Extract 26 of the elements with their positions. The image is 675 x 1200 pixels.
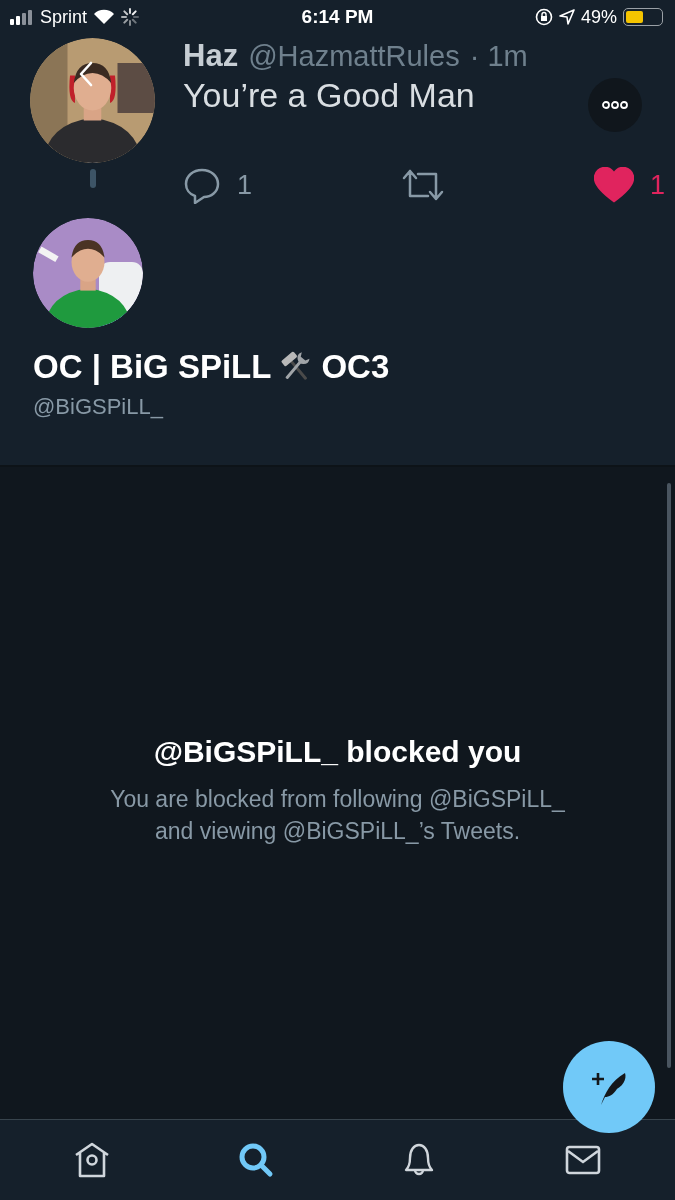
tweet-text: You’re a Good Man xyxy=(183,76,475,115)
rotation-lock-icon xyxy=(534,8,553,26)
author-handle: @HazmattRules xyxy=(248,40,460,73)
blocked-title: @BiGSPiLL_ blocked you xyxy=(153,735,522,769)
wifi-icon xyxy=(93,9,116,25)
profile-handle: @BiGSPiLL_ xyxy=(33,394,165,420)
carrier-name: Sprint xyxy=(40,6,88,28)
more-icon xyxy=(602,101,628,109)
heart-icon[interactable] xyxy=(593,167,634,203)
like-count: 1 xyxy=(649,169,665,201)
author-name: Haz xyxy=(183,38,239,74)
thread-line xyxy=(89,169,96,188)
blocked-message: You are blocked from following @BiGSPiLL_ and viewing @BiGSPiLL_’s Tweets. xyxy=(109,785,566,846)
profile-name: OC3 xyxy=(321,348,390,386)
reply-count: 1 xyxy=(237,169,253,201)
profile-name: OC | BiG SPiLL xyxy=(33,348,272,386)
signal-icon xyxy=(10,9,34,25)
clock-time: 6:14 PM xyxy=(301,6,374,28)
scrollbar[interactable] xyxy=(667,483,671,1068)
tweet-time: · 1m xyxy=(469,40,528,73)
location-arrow-icon xyxy=(558,9,575,25)
battery-percent: 49% xyxy=(580,6,617,28)
battery-icon xyxy=(623,8,663,26)
loading-icon xyxy=(121,8,140,26)
reply-icon[interactable] xyxy=(183,166,221,204)
back-icon[interactable] xyxy=(78,61,94,87)
